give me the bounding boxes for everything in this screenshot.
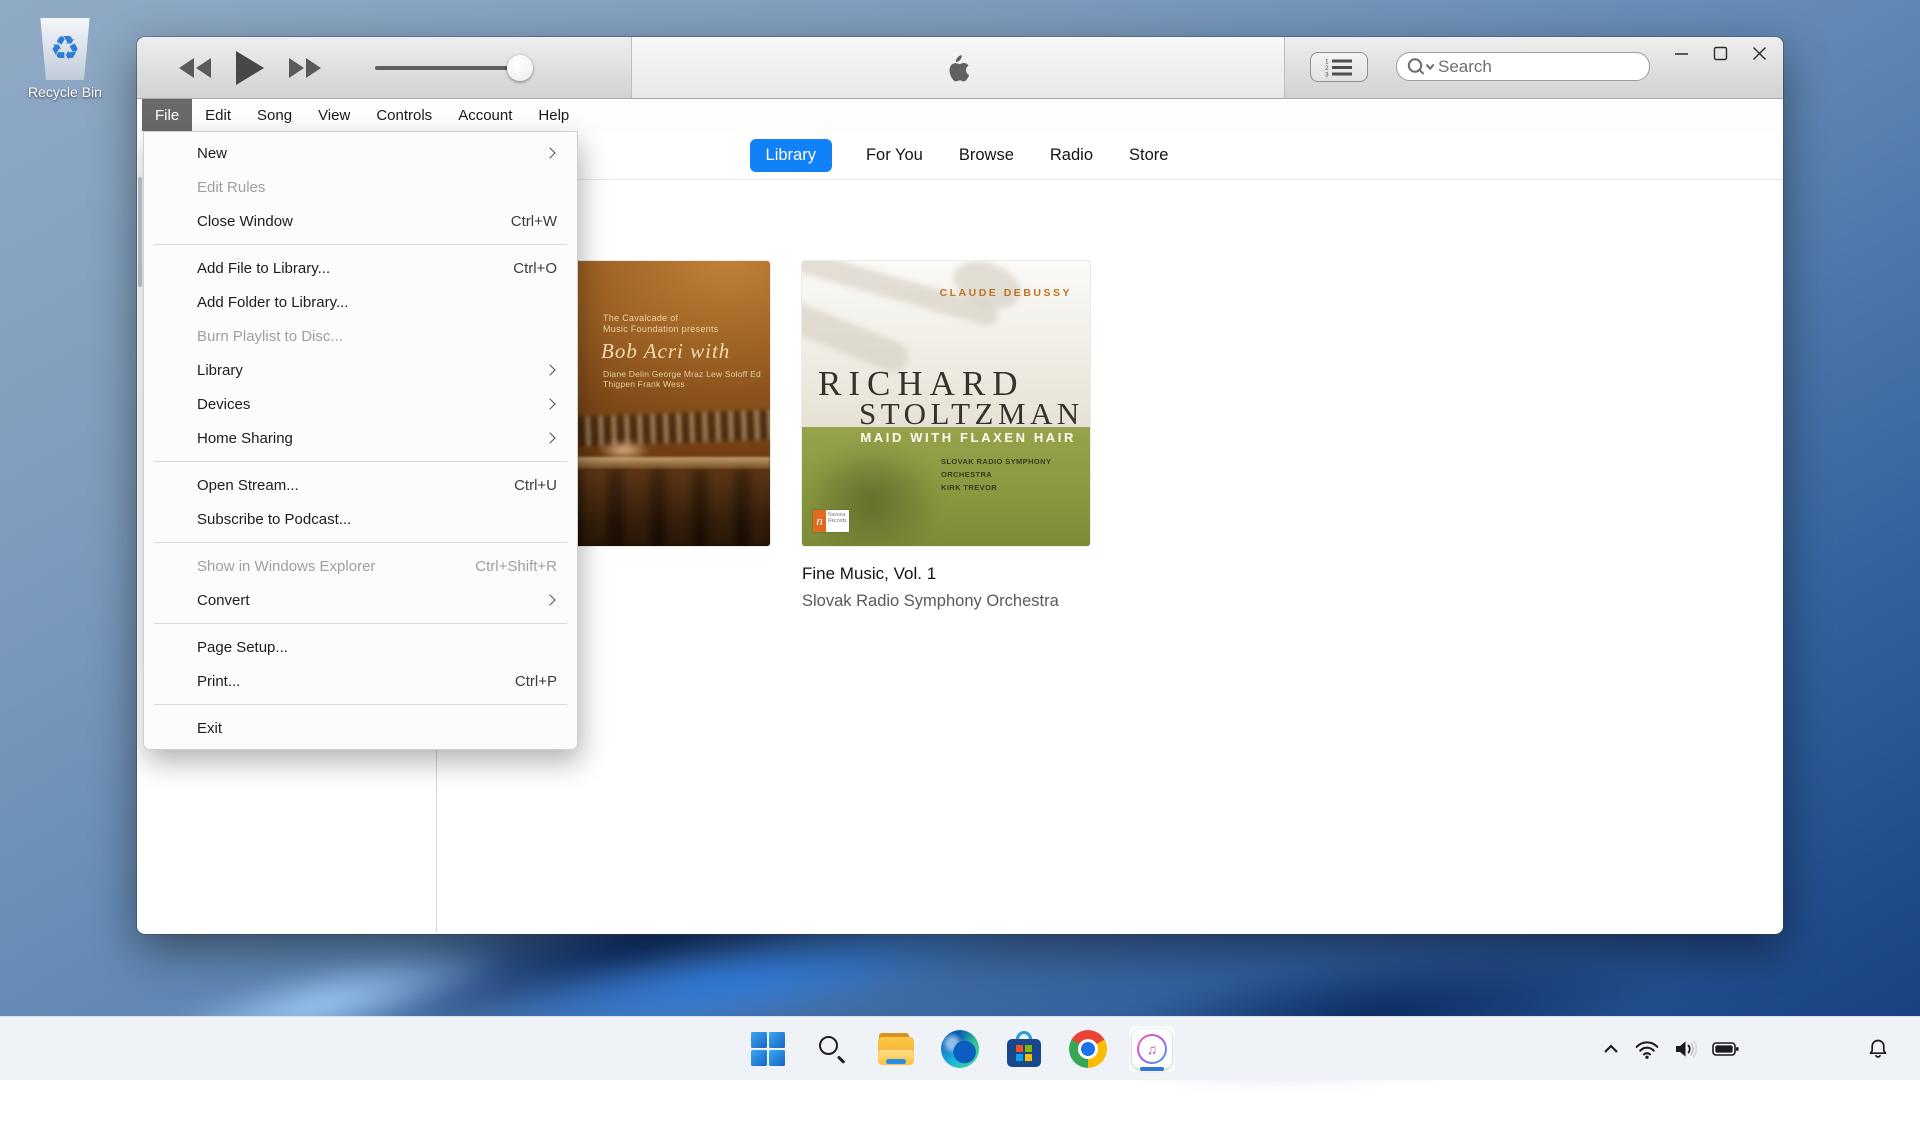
submenu-chevron-icon [544,432,555,443]
submenu-chevron-icon [544,594,555,605]
file-dropdown-menu: New Edit Rules Close Window Ctrl+W Add F… [143,131,578,750]
recycle-bin-shortcut[interactable]: ♻ Recycle Bin [22,18,108,100]
menu-controls[interactable]: Controls [363,99,445,131]
album-cover-fine-music[interactable]: CLAUDE DEBUSSY RICHARD STOLTZMAN MAID WI… [802,261,1090,546]
volume-slider[interactable] [375,66,525,70]
submenu-chevron-icon [544,398,555,409]
menu-bar: File Edit Song View Controls Account Hel… [137,99,1783,131]
toolbar-left-section [137,37,632,98]
microsoft-store-button[interactable] [1000,1025,1048,1073]
menu-item-page-setup[interactable]: Page Setup... [144,630,577,664]
active-app-indicator [1140,1067,1164,1071]
menu-song[interactable]: Song [244,99,305,131]
itunes-button[interactable]: ♫ [1128,1025,1176,1073]
start-button[interactable] [744,1025,792,1073]
up-next-list-button[interactable]: 1 2 3 [1310,52,1368,82]
menu-item-add-file-to-library[interactable]: Add File to Library... Ctrl+O [144,251,577,285]
notification-bell-icon[interactable] [1866,1017,1890,1080]
menu-item-convert[interactable]: Convert [144,583,577,617]
album-caption: Fine Music, Vol. 1 Slovak Radio Symphony… [802,564,1059,611]
album-title-text: Bob Acri with [601,339,730,364]
menu-separator [154,542,567,543]
maximize-button[interactable] [1708,41,1732,65]
menu-separator [154,623,567,624]
menu-item-close-window[interactable]: Close Window Ctrl+W [144,204,577,238]
search-field[interactable] [1396,52,1650,81]
folder-icon [877,1033,915,1065]
menu-item-new[interactable]: New [144,136,577,170]
menu-account[interactable]: Account [445,99,525,131]
itunes-window: 1 2 3 [137,37,1783,934]
menu-separator [154,704,567,705]
volume-icon[interactable] [1673,1038,1699,1060]
tab-for-you[interactable]: For You [864,139,925,172]
store-bag-icon [1006,1031,1042,1067]
menu-view[interactable]: View [305,99,363,131]
fast-forward-button[interactable] [287,57,323,79]
svg-text:3: 3 [1325,72,1329,78]
album-presenter-text: The Cavalcade of Music Foundation presen… [603,313,719,335]
chrome-icon [1069,1030,1107,1068]
toolbar-status-section [632,37,1285,98]
itunes-toolbar: 1 2 3 [137,37,1783,99]
recycle-bin-label: Recycle Bin [22,84,108,100]
windows-logo-icon [751,1032,785,1066]
itunes-icon: ♫ [1132,1029,1172,1069]
tab-store[interactable]: Store [1127,139,1170,172]
sidebar-scrollbar[interactable] [138,177,142,287]
taskbar-search-button[interactable] [808,1025,856,1073]
close-button[interactable] [1747,41,1771,65]
battery-icon[interactable] [1712,1039,1740,1059]
volume-slider-knob[interactable] [507,55,533,81]
apple-logo-icon [946,54,970,83]
search-input[interactable] [1438,57,1608,77]
album-credits: SLOVAK RADIO SYMPHONY ORCHESTRA KIRK TRE… [941,455,1090,494]
menu-file[interactable]: File [142,99,192,131]
play-button[interactable] [235,51,265,85]
album-caption-artist[interactable]: Slovak Radio Symphony Orchestra [802,592,1059,611]
menu-separator [154,244,567,245]
search-icon [1406,56,1438,78]
menu-item-library[interactable]: Library [144,353,577,387]
menu-item-exit[interactable]: Exit [144,711,577,745]
file-explorer-button[interactable] [872,1025,920,1073]
menu-separator [154,461,567,462]
record-label-logo: n Navona Records [813,510,849,532]
menu-item-print[interactable]: Print... Ctrl+P [144,664,577,698]
menu-help[interactable]: Help [525,99,582,131]
menu-item-burn-playlist: Burn Playlist to Disc... [144,319,577,353]
menu-item-show-in-windows-explorer: Show in Windows Explorer Ctrl+Shift+R [144,549,577,583]
menu-item-subscribe-to-podcast[interactable]: Subscribe to Podcast... [144,502,577,536]
edge-icon [941,1030,979,1068]
menu-item-edit-rules: Edit Rules [144,170,577,204]
chrome-button[interactable] [1064,1025,1112,1073]
menu-item-devices[interactable]: Devices [144,387,577,421]
wifi-icon[interactable] [1634,1038,1660,1060]
tray-chevron-up-icon[interactable] [1601,1039,1621,1059]
rewind-button[interactable] [177,57,213,79]
menu-item-home-sharing[interactable]: Home Sharing [144,421,577,455]
menu-item-add-folder-to-library[interactable]: Add Folder to Library... [144,285,577,319]
tab-library[interactable]: Library [750,139,832,172]
menu-edit[interactable]: Edit [192,99,244,131]
tab-browse[interactable]: Browse [957,139,1016,172]
album-caption-title[interactable]: Fine Music, Vol. 1 [802,564,1059,584]
minimize-button[interactable] [1669,41,1693,65]
composer-text: CLAUDE DEBUSSY [940,287,1072,299]
album-musicians-text: Diane Delin George Mraz Lew Soloff Ed Th… [603,369,770,389]
recycle-bin-icon: ♻ [37,18,93,80]
album-subtitle: MAID WITH FLAXEN HAIR [860,430,1076,445]
submenu-chevron-icon [544,364,555,375]
edge-browser-button[interactable] [936,1025,984,1073]
taskbar: ♫ [0,1016,1920,1080]
search-icon [817,1034,847,1064]
menu-item-open-stream[interactable]: Open Stream... Ctrl+U [144,468,577,502]
submenu-chevron-icon [544,147,555,158]
tab-radio[interactable]: Radio [1048,139,1095,172]
